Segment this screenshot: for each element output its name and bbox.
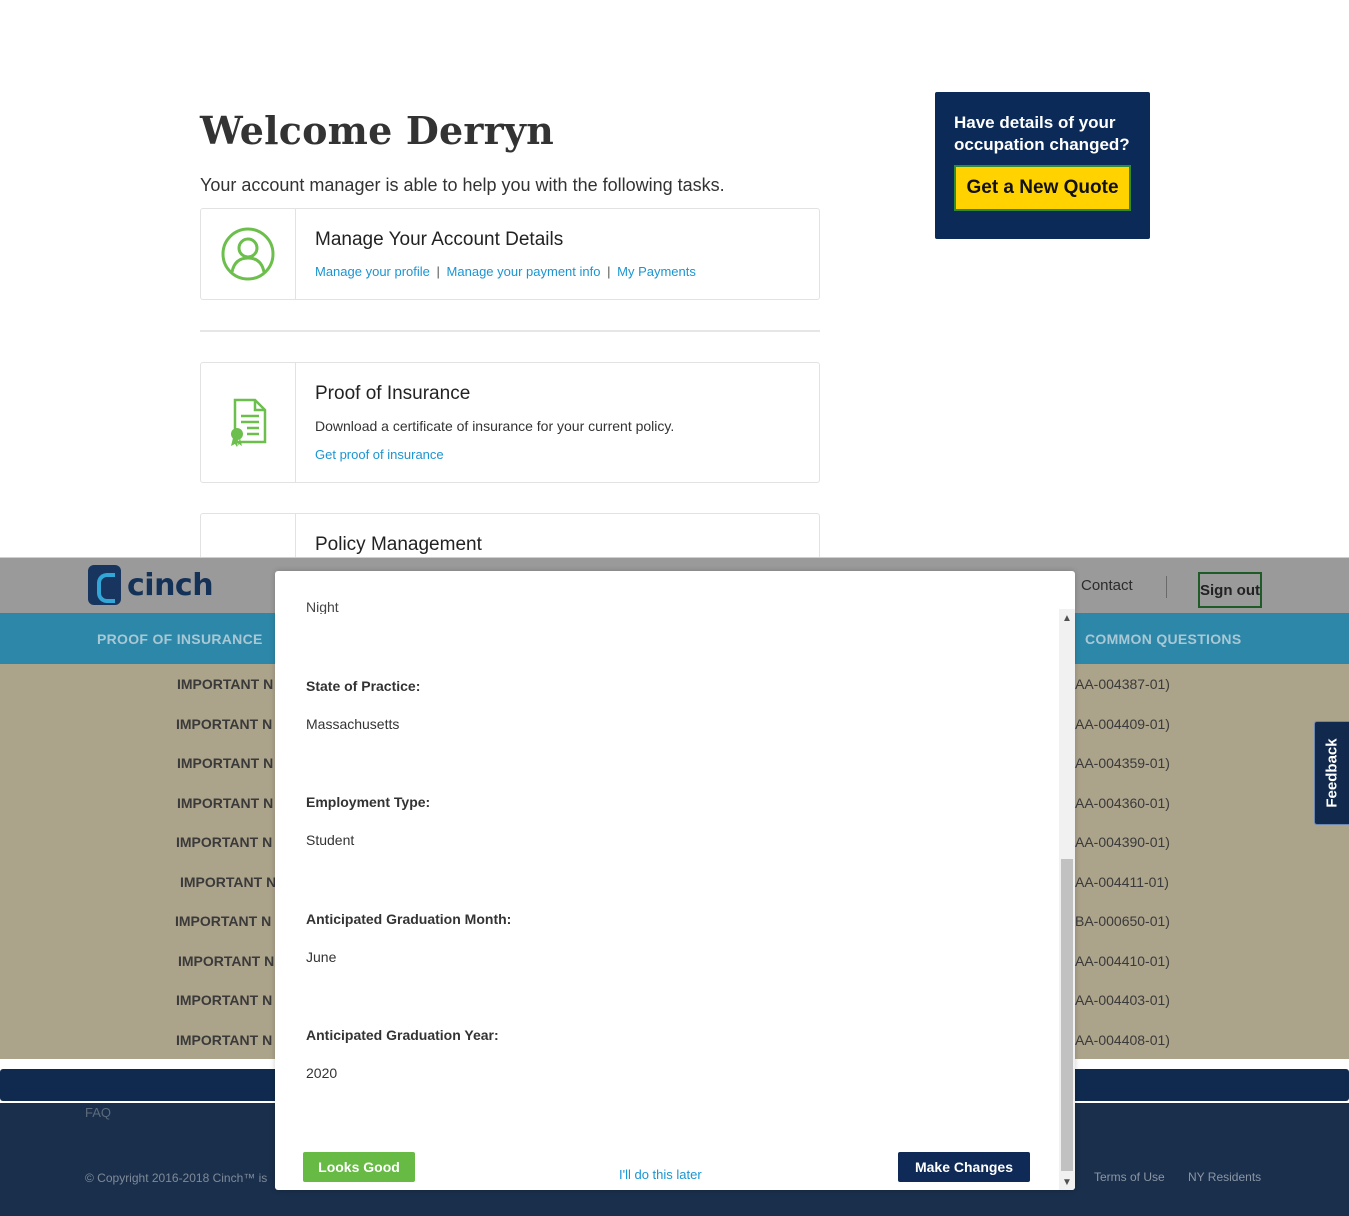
list-item: AA-004410-01) <box>1075 953 1170 969</box>
section-divider <box>200 330 820 332</box>
list-item[interactable]: IMPORTANT N <box>175 913 271 929</box>
list-item: AA-004409-01) <box>1075 716 1170 732</box>
cinch-logo-icon <box>88 565 121 605</box>
do-this-later-link[interactable]: I'll do this later <box>619 1167 702 1182</box>
field-value: Student <box>306 832 355 848</box>
feedback-tab[interactable]: Feedback <box>1314 721 1349 825</box>
account-icon-cell <box>201 209 296 299</box>
field-label: Employment Type: <box>306 794 431 810</box>
list-item: AA-004390-01) <box>1075 834 1170 850</box>
list-item[interactable]: IMPORTANT N <box>178 953 274 969</box>
cinch-logo[interactable]: cinch <box>88 565 214 605</box>
new-quote-promo: Have details of your occupation changed?… <box>935 92 1150 239</box>
my-payments-link[interactable]: My Payments <box>617 264 696 279</box>
page-title: Welcome Derryn <box>200 108 554 153</box>
nav-common-questions[interactable]: COMMON QUESTIONS <box>1085 631 1241 647</box>
list-item: BA-000650-01) <box>1075 913 1170 929</box>
list-item[interactable]: IMPORTANT N <box>176 1032 272 1048</box>
list-item[interactable]: IMPORTANT N <box>176 992 272 1008</box>
manage-profile-link[interactable]: Manage your profile <box>315 264 430 279</box>
manage-payment-link[interactable]: Manage your payment info <box>447 264 601 279</box>
certificate-icon-cell <box>201 363 296 482</box>
promo-question: Have details of your occupation changed? <box>954 113 1130 154</box>
list-item[interactable]: IMPORTANT N <box>176 716 272 732</box>
terms-link[interactable]: Terms of Use <box>1094 1170 1165 1184</box>
account-details-card: Manage Your Account Details Manage your … <box>200 208 820 300</box>
make-changes-button[interactable]: Make Changes <box>898 1152 1030 1182</box>
list-item: AA-004411-01) <box>1075 874 1169 890</box>
ny-residents-link[interactable]: NY Residents <box>1188 1170 1261 1184</box>
get-proof-link[interactable]: Get proof of insurance <box>315 447 444 462</box>
field-label: Anticipated Graduation Month: <box>306 911 512 927</box>
nav-proof-of-insurance[interactable]: PROOF OF INSURANCE <box>97 631 263 647</box>
certificate-icon <box>231 398 267 447</box>
get-new-quote-button[interactable]: Get a New Quote <box>954 165 1131 211</box>
scroll-down-icon[interactable]: ▼ <box>1062 1177 1072 1188</box>
list-item: AA-004387-01) <box>1075 676 1170 692</box>
faq-link[interactable]: FAQ <box>85 1105 111 1120</box>
link-separator: | <box>436 264 440 279</box>
list-item[interactable]: IMPORTANT N <box>176 834 272 850</box>
user-profile-icon <box>221 227 275 281</box>
list-item: AA-004359-01) <box>1075 755 1170 771</box>
list-item: AA-004408-01) <box>1075 1032 1170 1048</box>
looks-good-button[interactable]: Looks Good <box>303 1152 415 1182</box>
copyright-text: © Copyright 2016-2018 Cinch™ is <box>85 1171 268 1185</box>
list-item[interactable]: IMPORTANT N <box>180 874 276 890</box>
list-item: AA-004360-01) <box>1075 795 1170 811</box>
field-label: Anticipated Graduation Year: <box>306 1027 499 1043</box>
field-value: June <box>306 949 337 965</box>
proof-card-description: Download a certificate of insurance for … <box>315 418 675 434</box>
scroll-up-icon[interactable]: ▲ <box>1062 613 1072 624</box>
list-item[interactable]: IMPORTANT N <box>177 755 273 771</box>
field-value: 2020 <box>306 1065 338 1081</box>
list-item: AA-004403-01) <box>1075 992 1170 1008</box>
field-value: Massachusetts <box>306 716 400 732</box>
feedback-label: Feedback <box>1323 738 1341 808</box>
list-item[interactable]: IMPORTANT N <box>177 676 273 692</box>
list-item[interactable]: IMPORTANT N <box>177 795 273 811</box>
review-details-modal: Night State of Practice: Massachusetts E… <box>275 571 1075 1190</box>
scrollbar-thumb[interactable] <box>1061 859 1073 1171</box>
brand-name: cinch <box>127 567 214 603</box>
proof-of-insurance-card: Proof of Insurance Download a certificat… <box>200 362 820 483</box>
clipped-field-value: Night <box>306 601 339 614</box>
proof-card-title: Proof of Insurance <box>315 383 471 404</box>
sign-out-button[interactable]: Sign out <box>1198 572 1262 608</box>
contact-link[interactable]: Contact <box>1081 577 1133 594</box>
field-label: State of Practice: <box>306 678 421 694</box>
policy-card-title: Policy Management <box>315 534 482 555</box>
link-separator: | <box>607 264 611 279</box>
header-divider <box>1166 576 1167 598</box>
modal-scrollbar[interactable]: ▲ ▼ <box>1059 609 1075 1190</box>
page-intro: Your account manager is able to help you… <box>200 175 725 195</box>
account-card-title: Manage Your Account Details <box>315 229 564 250</box>
